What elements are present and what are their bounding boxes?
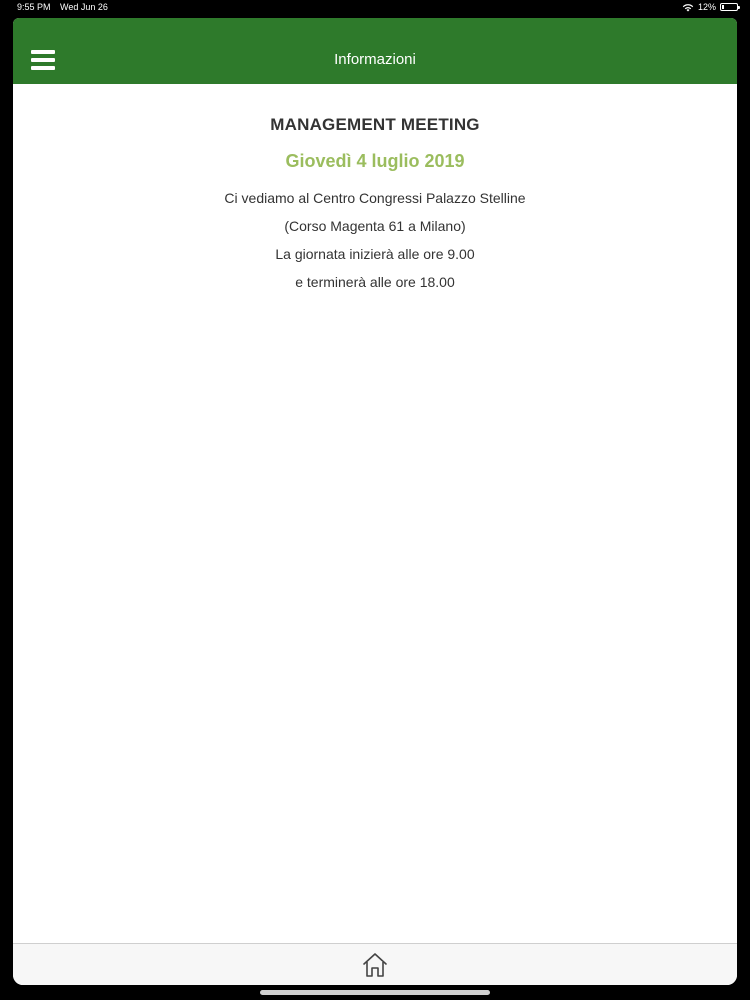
event-address-line: (Corso Magenta 61 a Milano) bbox=[284, 218, 466, 234]
tab-bar bbox=[13, 943, 737, 985]
status-time: 9:55 PM bbox=[17, 2, 51, 12]
battery-fill bbox=[722, 5, 724, 9]
event-date: Giovedì 4 luglio 2019 bbox=[285, 151, 465, 171]
event-start-time-line: La giornata inizierà alle ore 9.00 bbox=[275, 246, 475, 262]
battery-icon bbox=[720, 3, 740, 11]
home-indicator bbox=[260, 990, 490, 995]
event-title: MANAGEMENT MEETING bbox=[270, 115, 480, 134]
event-location-line: Ci vediamo al Centro Congressi Palazzo S… bbox=[224, 190, 526, 206]
status-bar: 9:55 PM Wed Jun 26 12% bbox=[0, 0, 750, 18]
event-info: MANAGEMENT MEETING Giovedì 4 luglio 2019… bbox=[13, 84, 737, 296]
page-title: Informazioni bbox=[334, 51, 416, 68]
app-window: Informazioni MANAGEMENT MEETING Giovedì … bbox=[13, 18, 737, 985]
home-icon[interactable] bbox=[361, 952, 389, 978]
status-date: Wed Jun 26 bbox=[60, 2, 108, 12]
status-right: 12% bbox=[682, 2, 740, 12]
nav-bar: Informazioni bbox=[13, 18, 737, 84]
wifi-icon bbox=[682, 3, 694, 11]
event-end-time-line: e terminerà alle ore 18.00 bbox=[295, 274, 455, 290]
battery-percentage: 12% bbox=[697, 2, 716, 12]
